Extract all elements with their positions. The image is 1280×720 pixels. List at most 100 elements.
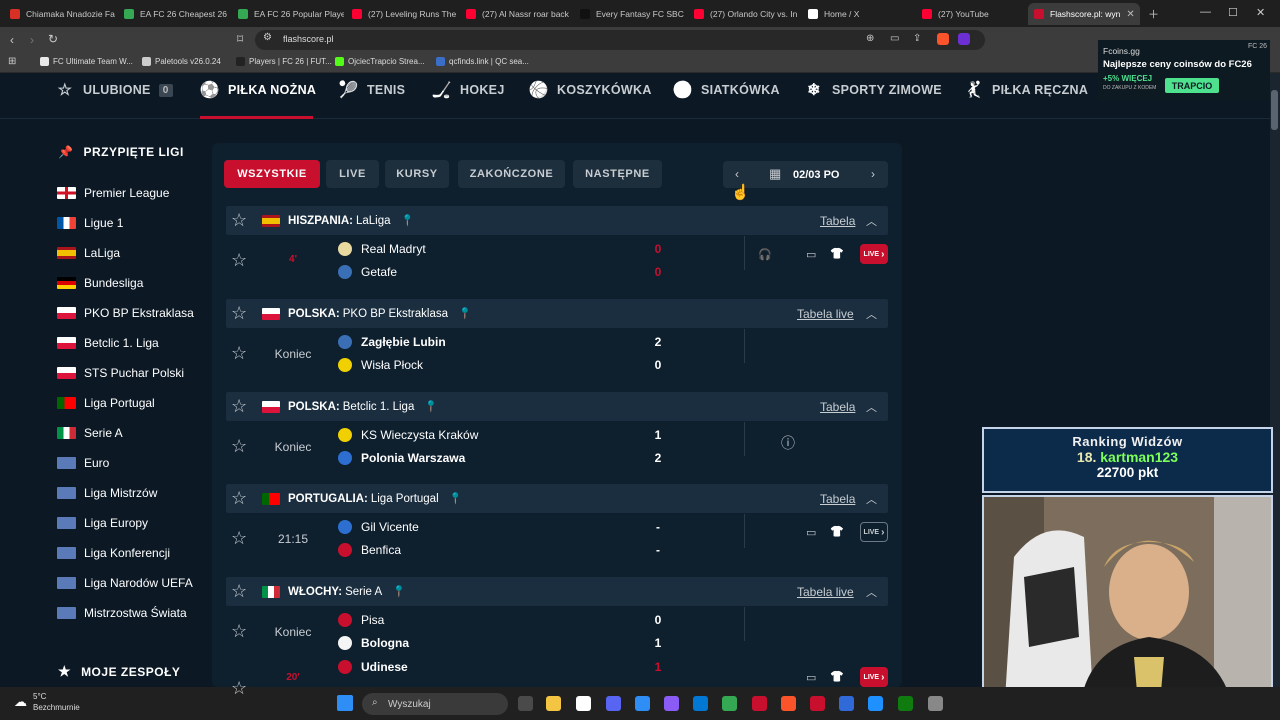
date-label[interactable]: 02/03 PO [793,169,839,181]
forward-icon[interactable]: › [30,33,34,47]
league-title[interactable]: POLSKA: Betclic 1. Liga 📍 [262,400,438,413]
close-window-icon[interactable]: ✕ [1256,6,1265,19]
cast-icon[interactable]: ▭ [890,33,899,44]
weather-widget[interactable]: 5°C Bezchmurnie [33,691,80,713]
league-title[interactable]: PORTUGALIA: Liga Portugal 📍 [262,492,462,505]
league-pin-icon[interactable]: 📍 [458,307,472,320]
bookmark-item[interactable]: qcfinds.link | QC sea... [436,57,529,66]
sidebar-league-item[interactable]: Serie A [57,425,123,441]
league-star-icon[interactable]: ☆ [231,211,247,229]
vivaldi-icon[interactable] [810,696,825,711]
task-view-icon[interactable] [518,696,533,711]
browser-tab[interactable]: (27) YouTube [916,3,1026,25]
filter-4[interactable]: NASTĘPNE [573,160,662,188]
settings-icon[interactable] [928,696,943,711]
team-home[interactable]: Pisa [338,613,384,627]
collapse-chevron-icon[interactable]: ︿ [866,306,877,322]
xbox-icon[interactable] [898,696,913,711]
match-star-icon[interactable]: ☆ [231,622,247,640]
nav-sport-1[interactable]: 🎾 TENIS [339,80,405,100]
opera-icon[interactable] [752,696,767,711]
taskbar-search[interactable]: ⌕ Wyszukaj [362,693,508,715]
bookmark-item[interactable]: Paletools v26.0.24 [142,57,221,66]
vscode-icon[interactable] [635,696,650,711]
sidebar-league-item[interactable]: Premier League [57,185,169,201]
audio-commentary-icon[interactable]: 🎧 [758,248,772,261]
browser-tab[interactable]: (27) Orlando City vs. In [688,3,800,25]
sidebar-league-item[interactable]: Bundesliga [57,275,143,291]
share-icon[interactable]: ⇪ [913,33,921,44]
team-home[interactable]: Zagłębie Lubin [338,335,446,349]
start-icon[interactable] [337,695,353,711]
brave-shield-icon[interactable] [937,33,949,45]
league-pin-icon[interactable]: 📍 [392,585,406,598]
bookmark-item[interactable]: FC Ultimate Team W... [40,57,133,66]
bookmark-item[interactable]: Players | FC 26 | FUT... [236,57,332,66]
filter-1[interactable]: LIVE [326,160,379,188]
file-explorer-icon[interactable] [546,696,561,711]
sidebar-league-item[interactable]: Liga Portugal [57,395,155,411]
next-day-icon[interactable]: › [871,167,875,181]
collapse-chevron-icon[interactable]: ︿ [866,584,877,600]
sidebar-league-item[interactable]: PKO BP Ekstraklasa [57,305,194,321]
nav-sport-4[interactable]: 🏐 SIATKÓWKA [673,80,780,100]
sidebar-league-item[interactable]: STS Puchar Polski [57,365,184,381]
bookmark-icon[interactable]: ⌑ [237,32,243,46]
site-info-icon[interactable]: ⚙ [263,32,272,43]
sidebar-league-item[interactable]: Betclic 1. Liga [57,335,159,351]
team-away[interactable]: Wisła Płock [338,358,423,372]
league-star-icon[interactable]: ☆ [231,582,247,600]
league-table-link[interactable]: Tabela live [797,307,854,321]
jersey-icon[interactable]: 👕 [830,670,844,683]
sidebar-league-item[interactable]: Liga Mistrzów [57,485,157,501]
filter-0[interactable]: WSZYSTKIE [224,160,320,188]
league-table-link[interactable]: Tabela [820,214,855,228]
filter-2[interactable]: KURSY [385,160,449,188]
filter-3[interactable]: ZAKOŃCZONE [458,160,565,188]
tv-icon[interactable]: ▭ [806,671,816,684]
browser-tab[interactable]: EA FC 26 Popular Playe [232,3,344,25]
collapse-chevron-icon[interactable]: ︿ [866,213,877,229]
live-stream-button[interactable]: LIVE › [860,667,888,687]
jersey-icon[interactable]: 👕 [830,247,844,260]
collapse-chevron-icon[interactable]: ︿ [866,491,877,507]
browser-tab[interactable]: Every Fantasy FC SBC & [574,3,686,25]
collapse-chevron-icon[interactable]: ︿ [866,399,877,415]
league-star-icon[interactable]: ☆ [231,397,247,415]
back-icon[interactable]: ‹ [10,33,14,47]
league-pin-icon[interactable]: 📍 [424,400,438,413]
nav-sport-3[interactable]: 🏀 KOSZYKÓWKA [529,80,652,100]
discord-icon[interactable] [606,696,621,711]
league-table-link[interactable]: Tabela [820,400,855,414]
url-field[interactable]: ⚙ flashscore.pl [255,30,985,50]
match-star-icon[interactable]: ☆ [231,251,247,269]
sidebar-league-item[interactable]: Euro [57,455,109,471]
obs-icon[interactable] [576,696,591,711]
sidebar-league-item[interactable]: Mistrzostwa Świata [57,605,187,621]
bookmark-item[interactable]: OjciecTrapcio Strea... [335,57,425,66]
team-away[interactable]: Polonia Warszawa [338,451,465,465]
league-pin-icon[interactable]: 📍 [401,214,415,227]
browser-tab[interactable]: (27) Leveling Runs The [346,3,458,25]
ad-banner[interactable]: Fcoins.gg Najlepsze ceny coinsów do FC26… [1098,40,1270,100]
maximize-icon[interactable]: ☐ [1228,6,1238,19]
match-star-icon[interactable]: ☆ [231,679,247,697]
league-pin-icon[interactable]: 📍 [449,492,463,505]
scrollbar-thumb[interactable] [1271,90,1278,130]
team-home[interactable]: Udinese [338,660,408,674]
nav-sport-0[interactable]: ⚽ PIŁKA NOŻNA [200,80,316,100]
team-away[interactable]: Benfica [338,543,401,557]
nav-sport-2[interactable]: 🏒 HOKEJ [432,80,505,100]
brave-icon[interactable] [781,696,796,711]
browser-tab[interactable]: EA FC 26 Cheapest 26 [118,3,230,25]
team-home[interactable]: Real Madryt [338,242,426,256]
league-table-link[interactable]: Tabela [820,492,855,506]
league-title[interactable]: WŁOCHY: Serie A 📍 [262,585,406,598]
minimize-icon[interactable]: — [1200,6,1211,18]
match-star-icon[interactable]: ☆ [231,529,247,547]
league-star-icon[interactable]: ☆ [231,489,247,507]
sidebar-league-item[interactable]: Ligue 1 [57,215,123,231]
team-home[interactable]: KS Wieczysta Kraków [338,428,478,442]
ad-cta-button[interactable]: TRAPCIO [1165,78,1219,93]
sidebar-league-item[interactable]: Liga Narodów UEFA [57,575,193,591]
